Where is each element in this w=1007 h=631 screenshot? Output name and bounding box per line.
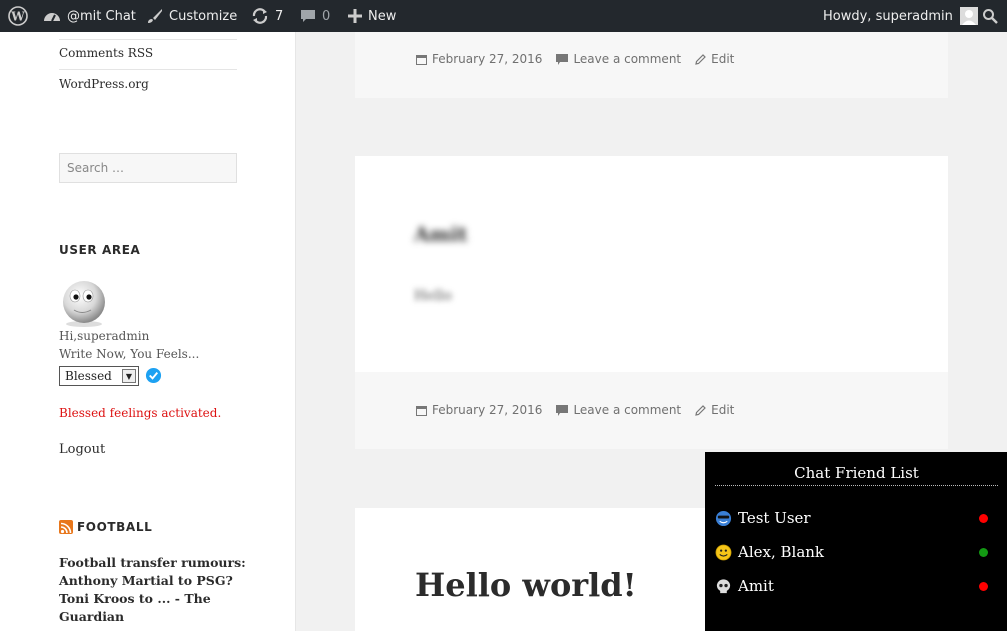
post-footer: February 27, 2016 Leave a comment Edit bbox=[355, 32, 948, 98]
skull-icon bbox=[716, 578, 731, 593]
post-date-link[interactable]: February 27, 2016 bbox=[432, 52, 542, 66]
customize-label: Customize bbox=[169, 8, 238, 24]
user-area-title: USER AREA bbox=[59, 243, 141, 257]
wordpress-icon: W bbox=[8, 6, 28, 26]
updates-icon bbox=[251, 7, 269, 25]
status-dot bbox=[979, 581, 988, 591]
chat-friend-item[interactable]: Test User bbox=[715, 506, 998, 530]
pencil-icon bbox=[695, 53, 706, 65]
admin-avatar bbox=[959, 7, 978, 25]
svg-text:W: W bbox=[10, 10, 25, 24]
comments-rss-link[interactable]: Comments RSS bbox=[59, 46, 153, 60]
howdy-text: Howdy, superadmin bbox=[823, 8, 953, 24]
friend-name: Alex, Blank bbox=[738, 543, 825, 561]
customize-button[interactable]: Customize bbox=[147, 0, 237, 32]
friend-name: Amit bbox=[738, 577, 774, 595]
comments-count: 0 bbox=[322, 8, 331, 24]
chat-friend-item[interactable]: Amit bbox=[715, 574, 998, 598]
avatar bbox=[63, 281, 105, 327]
admin-bar: W @mit Chat Customize 7 0 New Howdy, sup… bbox=[0, 0, 1007, 32]
new-label: New bbox=[368, 8, 397, 24]
comment-icon bbox=[556, 53, 569, 65]
post-date-link[interactable]: February 27, 2016 bbox=[432, 403, 542, 417]
post-card: Amit Hello February 27, 2016 Leave a com… bbox=[355, 156, 948, 449]
calendar-icon bbox=[416, 54, 427, 65]
leave-comment-link[interactable]: Leave a comment bbox=[573, 403, 681, 417]
new-content-button[interactable]: New bbox=[348, 0, 396, 32]
updates-button[interactable]: 7 bbox=[251, 0, 283, 32]
chat-title: Chat Friend List bbox=[794, 464, 919, 482]
wordpress-logo-button[interactable]: W bbox=[8, 0, 28, 32]
feeling-prompt: Write Now, You Feels... bbox=[59, 347, 200, 361]
chat-friend-item[interactable]: Alex, Blank bbox=[715, 540, 998, 564]
post-card: February 27, 2016 Leave a comment Edit bbox=[355, 32, 948, 98]
wordpress-org-link[interactable]: WordPress.org bbox=[59, 77, 149, 91]
feeling-select[interactable]: Blessed ▼ bbox=[59, 366, 139, 386]
post-title[interactable]: Hello world! bbox=[415, 566, 637, 604]
smiley-icon bbox=[715, 544, 732, 560]
site-name: @mit Chat bbox=[67, 8, 136, 24]
status-dot bbox=[979, 513, 988, 523]
divider bbox=[59, 39, 237, 40]
post-meta: February 27, 2016 Leave a comment Edit bbox=[416, 52, 734, 66]
pencil-icon bbox=[695, 404, 706, 416]
leave-comment-link[interactable]: Leave a comment bbox=[573, 52, 681, 66]
updates-count: 7 bbox=[275, 8, 284, 24]
status-dot bbox=[979, 547, 988, 557]
user-icon bbox=[961, 10, 976, 25]
rss-icon bbox=[59, 520, 73, 534]
sidebar: Comments RSS WordPress.org USER AREA Hi,… bbox=[0, 32, 296, 631]
edit-post-link[interactable]: Edit bbox=[711, 403, 734, 417]
brush-icon bbox=[147, 8, 163, 24]
search-button[interactable] bbox=[982, 0, 998, 32]
feeling-status-message: Blessed feelings activated. bbox=[59, 406, 222, 420]
logout-link[interactable]: Logout bbox=[59, 442, 105, 457]
comments-button[interactable]: 0 bbox=[300, 0, 330, 32]
comment-icon bbox=[556, 404, 569, 416]
feeling-selected-value: Blessed bbox=[65, 369, 112, 383]
divider bbox=[59, 69, 237, 70]
post-meta: February 27, 2016 Leave a comment Edit bbox=[416, 403, 734, 417]
football-title: FOOTBALL bbox=[77, 520, 153, 534]
cool-smiley-icon bbox=[715, 510, 732, 526]
chat-friend-list: Chat Friend List Test User Alex, Blank A… bbox=[705, 452, 1007, 631]
dashboard-icon bbox=[43, 8, 61, 24]
calendar-icon bbox=[416, 405, 427, 416]
search-input[interactable] bbox=[59, 153, 237, 183]
dropdown-arrow-icon[interactable]: ▼ bbox=[122, 369, 136, 383]
comment-icon bbox=[300, 8, 316, 24]
friend-name: Test User bbox=[738, 509, 811, 527]
divider bbox=[715, 485, 998, 486]
verified-check-icon bbox=[145, 367, 162, 384]
post-footer: February 27, 2016 Leave a comment Edit bbox=[355, 372, 948, 449]
site-name-menu[interactable]: @mit Chat bbox=[43, 0, 136, 32]
edit-post-link[interactable]: Edit bbox=[711, 52, 734, 66]
football-news-link[interactable]: Football transfer rumours: Anthony Marti… bbox=[59, 554, 249, 626]
my-account-menu[interactable]: Howdy, superadmin bbox=[823, 0, 978, 32]
greeting-text: Hi,superadmin bbox=[59, 329, 150, 343]
post-excerpt: Hello bbox=[414, 288, 452, 304]
post-title[interactable]: Amit bbox=[414, 222, 468, 246]
plus-icon bbox=[348, 9, 362, 23]
search-icon bbox=[983, 9, 998, 24]
